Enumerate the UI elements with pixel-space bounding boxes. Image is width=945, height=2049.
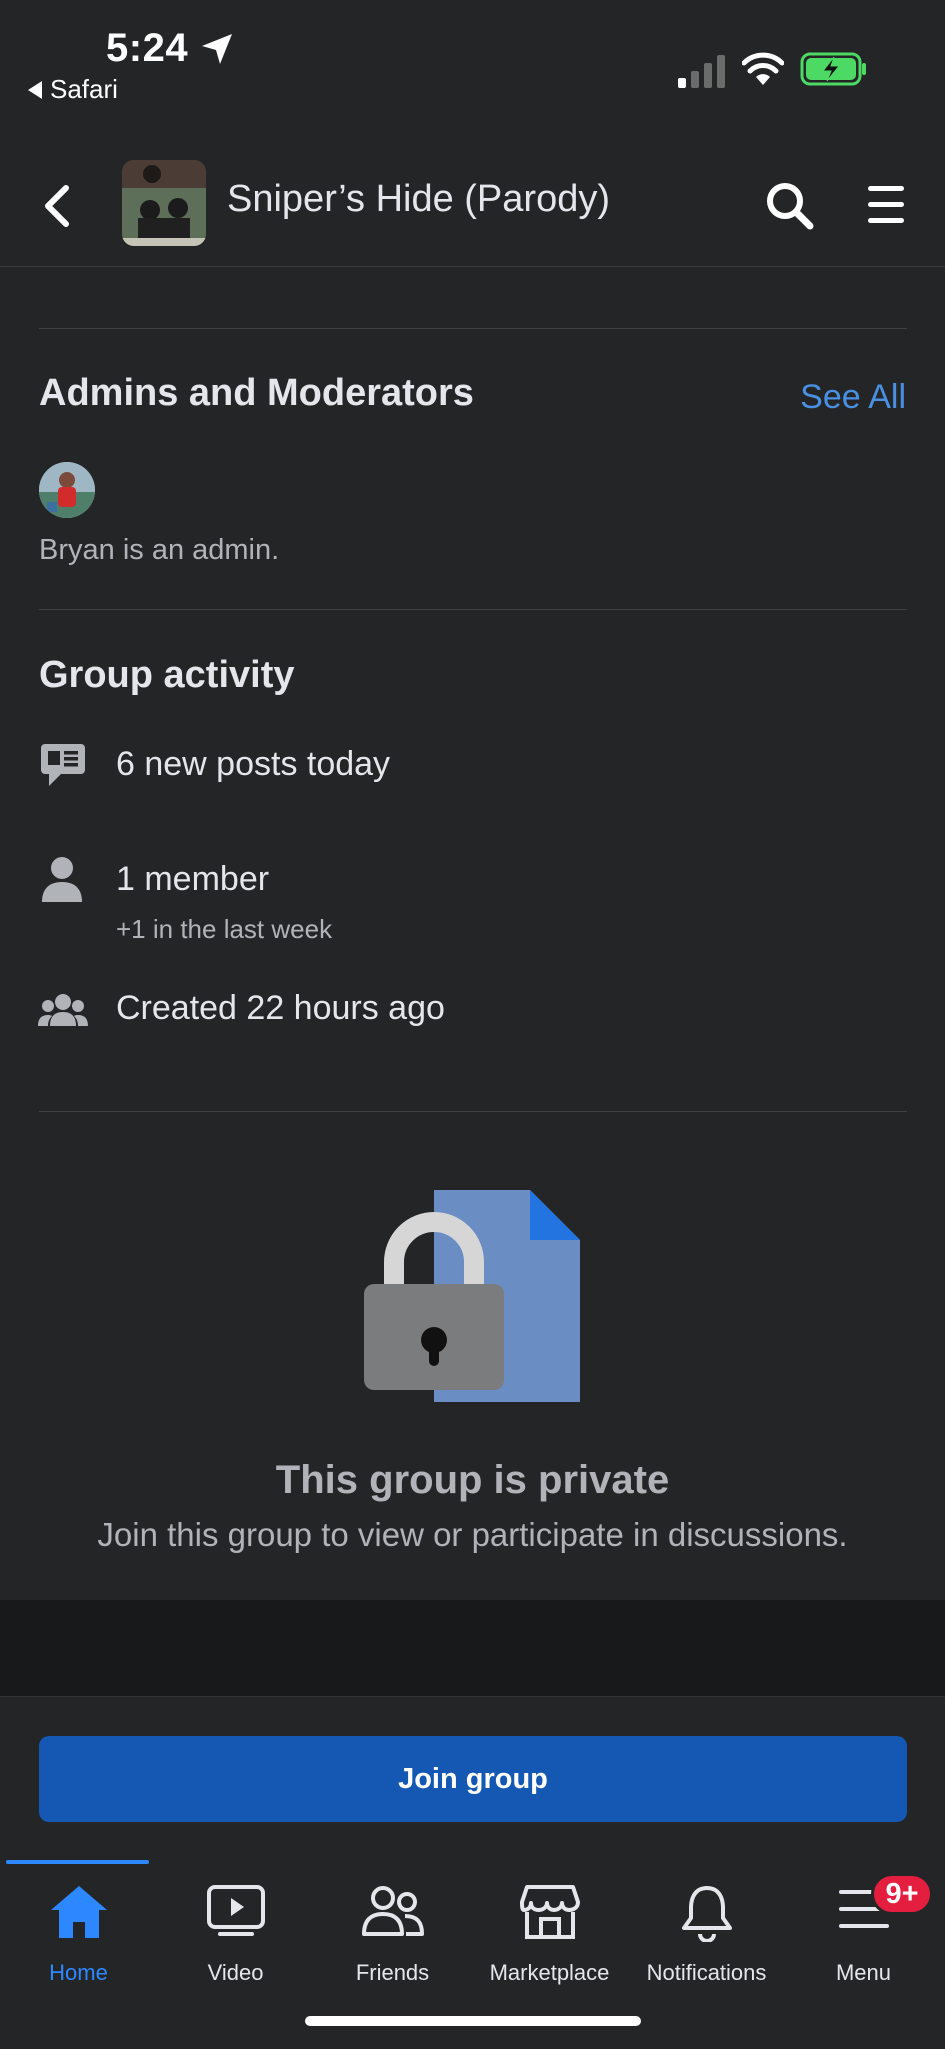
section-divider [39, 1111, 907, 1112]
section-divider [39, 609, 907, 610]
tab-label: Notifications [646, 1960, 767, 1985]
group-thumbnail[interactable] [122, 160, 206, 246]
tab-label: Menu [835, 1960, 892, 1985]
activity-title: Group activity [39, 654, 295, 696]
section-divider [39, 328, 907, 329]
posts-icon [41, 744, 85, 786]
cellular-signal-icon [678, 55, 725, 88]
tab-label: Friends [355, 1960, 430, 1985]
tab-label: Home [49, 1960, 108, 1985]
back-arrow-icon[interactable] [40, 184, 72, 228]
wifi-icon [742, 52, 784, 85]
admin-caption: Bryan is an admin. [39, 534, 280, 566]
back-triangle-icon [28, 80, 42, 99]
tab-friends[interactable]: Friends [314, 1860, 471, 1985]
hamburger-menu-icon[interactable] [866, 184, 906, 226]
admin-photo-image [39, 462, 95, 518]
members-growth: +1 in the last week [116, 914, 333, 944]
admins-title: Admins and Moderators [39, 372, 474, 414]
video-icon [206, 1885, 265, 1936]
tab-video[interactable]: Video [157, 1860, 314, 1985]
group-icon [38, 994, 88, 1026]
private-title: This group is private [275, 1458, 670, 1502]
battery-charging-icon [800, 52, 866, 86]
tab-marketplace[interactable]: Marketplace [471, 1860, 628, 1985]
tab-label: Marketplace [489, 1960, 610, 1985]
back-app-label: Safari [50, 74, 118, 104]
admin-avatar[interactable] [39, 462, 95, 518]
content-separator-band [0, 1600, 945, 1696]
tab-home[interactable]: Home [0, 1860, 157, 1985]
marketplace-icon [519, 1885, 580, 1939]
menu-notification-badge: 9+ [871, 1873, 933, 1915]
posts-count: 6 new posts today [116, 745, 391, 783]
created-date: Created 22 hours ago [116, 989, 445, 1027]
bottom-tab-bar: Home Video Friends Marketplace Notificat… [0, 1860, 945, 1985]
friends-icon [361, 1886, 424, 1936]
see-all-link[interactable]: See All [800, 378, 906, 417]
header-divider [0, 266, 945, 267]
location-arrow-icon [202, 34, 232, 64]
group-title: Sniper’s Hide (Parody) [227, 178, 610, 220]
private-subtitle: Join this group to view or participate i… [97, 1516, 848, 1553]
home-icon [50, 1886, 107, 1938]
search-icon[interactable] [764, 180, 816, 232]
bell-icon [681, 1886, 732, 1942]
home-indicator[interactable] [305, 2016, 641, 2026]
join-group-button[interactable]: Join group [39, 1736, 907, 1822]
back-to-safari[interactable]: Safari [28, 74, 118, 105]
group-photo-image [122, 160, 206, 246]
members-count: 1 member [116, 860, 270, 898]
member-icon [42, 857, 82, 902]
tab-label: Video [207, 1960, 264, 1985]
tab-notifications[interactable]: Notifications [628, 1860, 785, 1985]
status-time: 5:24 [106, 26, 189, 70]
private-lock-illustration-icon [364, 1190, 580, 1402]
